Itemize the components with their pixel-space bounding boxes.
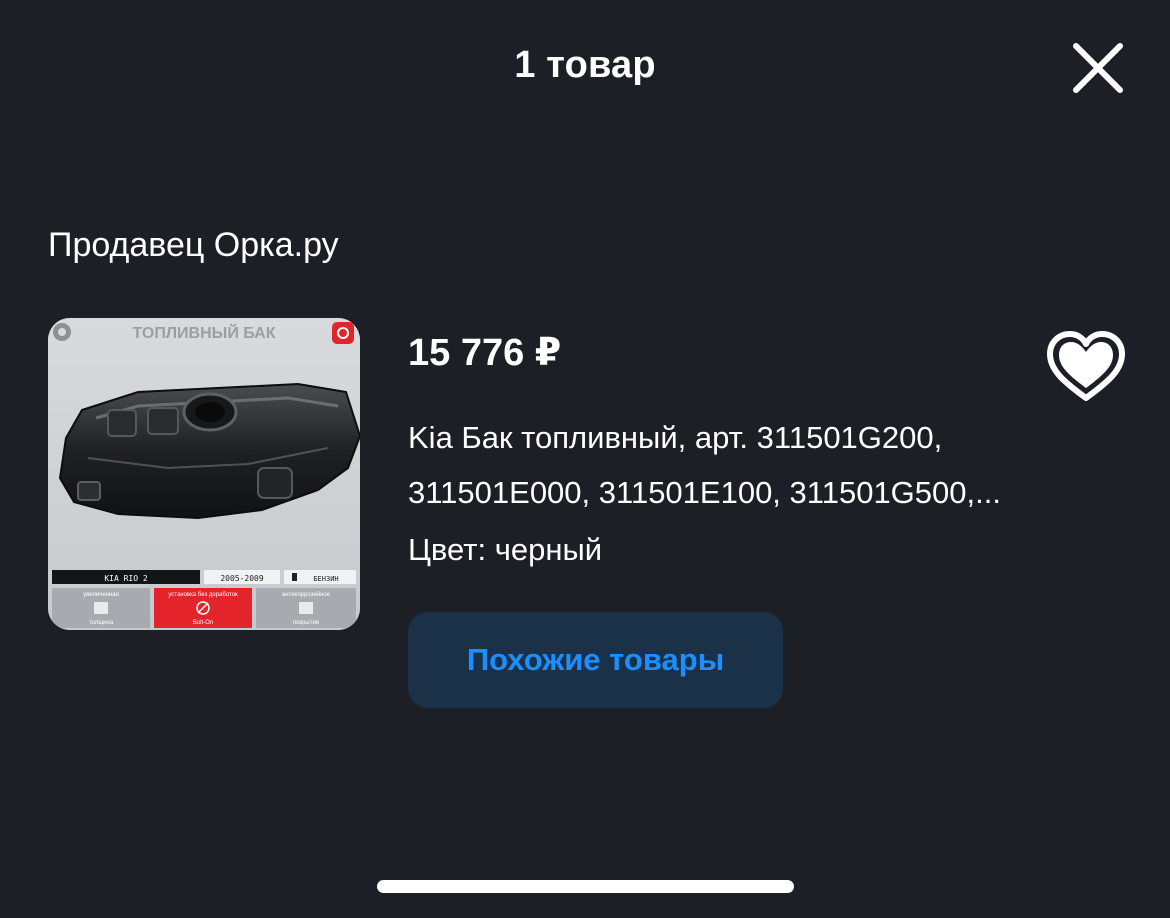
image-feature-2-top: установка без доработок: [168, 592, 238, 598]
product-price: 15 776 ₽: [408, 332, 562, 374]
image-feature-2-bottom: Bolt-On: [193, 620, 213, 626]
color-label: Цвет:: [408, 532, 487, 567]
product-title[interactable]: Kia Бак топливный, арт. 311501G200, 3115…: [408, 410, 1048, 520]
image-feature-3-bottom: покрытие: [293, 620, 320, 626]
image-title: ТОПЛИВНЫЙ БАК: [133, 323, 276, 342]
image-feature-1-top: увеличенная: [83, 592, 119, 598]
favorite-button[interactable]: [1046, 330, 1126, 404]
sheet-title: 1 товар: [514, 44, 656, 86]
image-model-badge: KIA RIO 2: [104, 574, 148, 583]
seller-name[interactable]: Продавец Орка.ру: [48, 226, 339, 265]
close-icon: [1073, 43, 1123, 93]
product-image[interactable]: ТОПЛИВНЫЙ БАК KIA RIO 2 2005-2009 БЕНЗИН: [48, 318, 360, 630]
image-feature-3-top: антикоррозийное: [282, 591, 331, 598]
marketplace-logo-icon: [332, 322, 354, 344]
home-indicator[interactable]: [377, 880, 794, 893]
image-feature-1-bottom: толщина: [89, 620, 114, 626]
product-sheet: 1 товар Продавец Орка.ру ТОПЛИВНЫЙ БАК K…: [0, 0, 1170, 918]
heart-icon: [1047, 331, 1125, 401]
image-years-badge: 2005-2009: [220, 574, 264, 583]
color-value: черный: [494, 532, 603, 567]
similar-products-button[interactable]: Похожие товары: [408, 612, 783, 708]
product-color: Цвет: черный: [408, 532, 602, 568]
image-fuel-badge: БЕНЗИН: [313, 575, 338, 583]
close-button[interactable]: [1066, 36, 1130, 100]
